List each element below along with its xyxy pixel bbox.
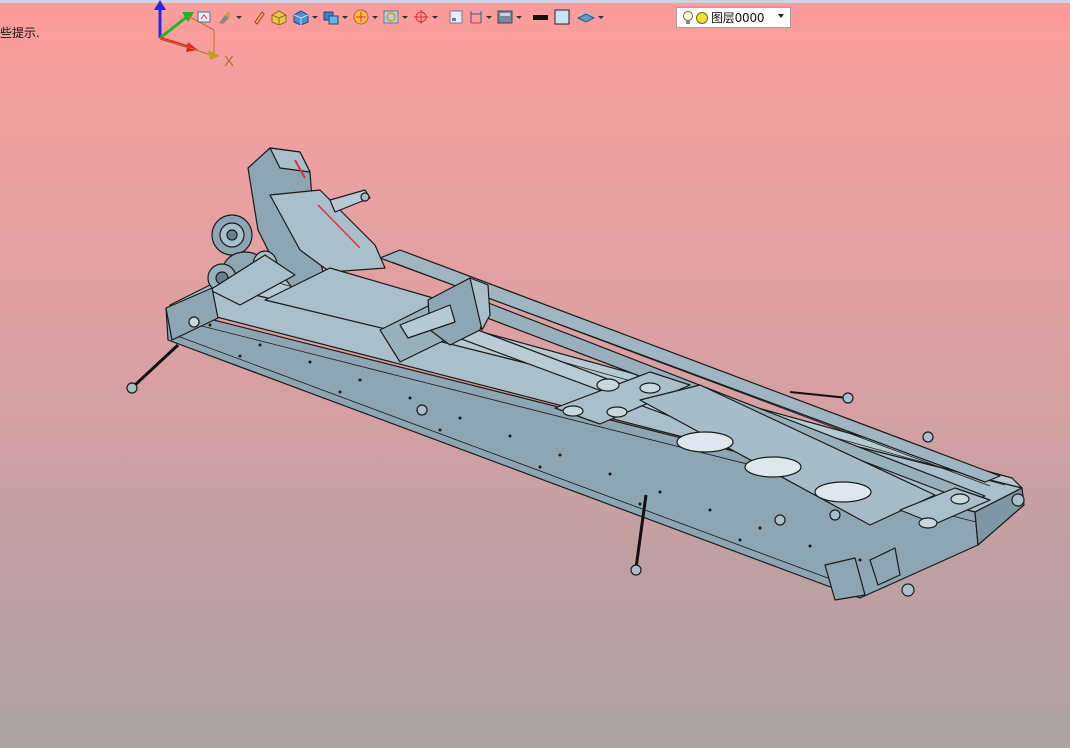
model-viewport[interactable] [0,0,1070,748]
frame-assembly-model [126,147,1025,601]
